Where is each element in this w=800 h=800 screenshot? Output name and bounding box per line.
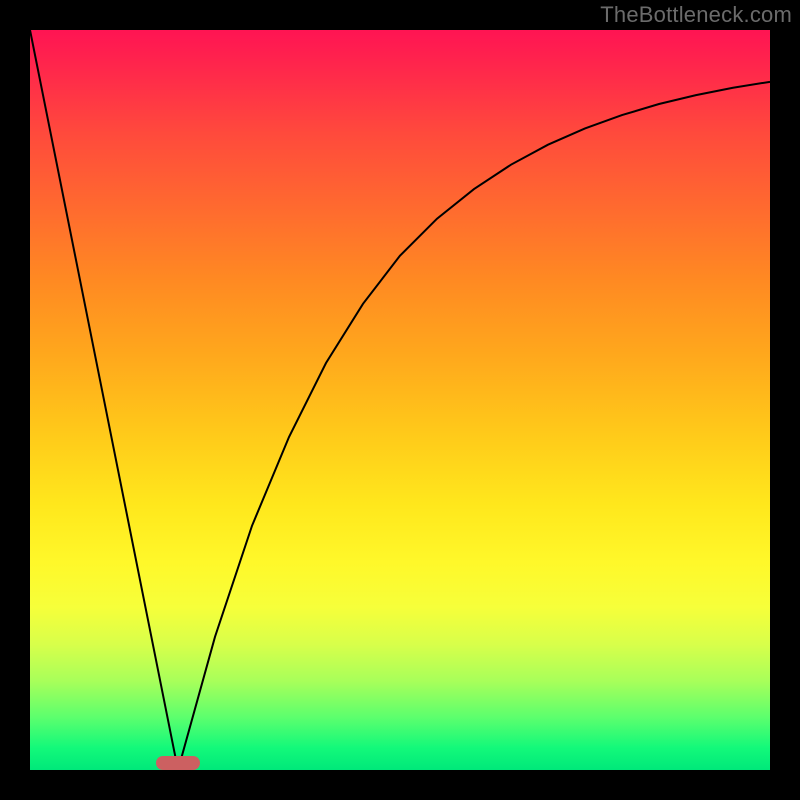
bottleneck-curve — [30, 30, 770, 770]
watermark-text: TheBottleneck.com — [600, 2, 792, 28]
chart-frame: TheBottleneck.com — [0, 0, 800, 800]
curve-svg — [30, 30, 770, 770]
plot-area — [30, 30, 770, 770]
optimal-marker — [156, 756, 200, 770]
